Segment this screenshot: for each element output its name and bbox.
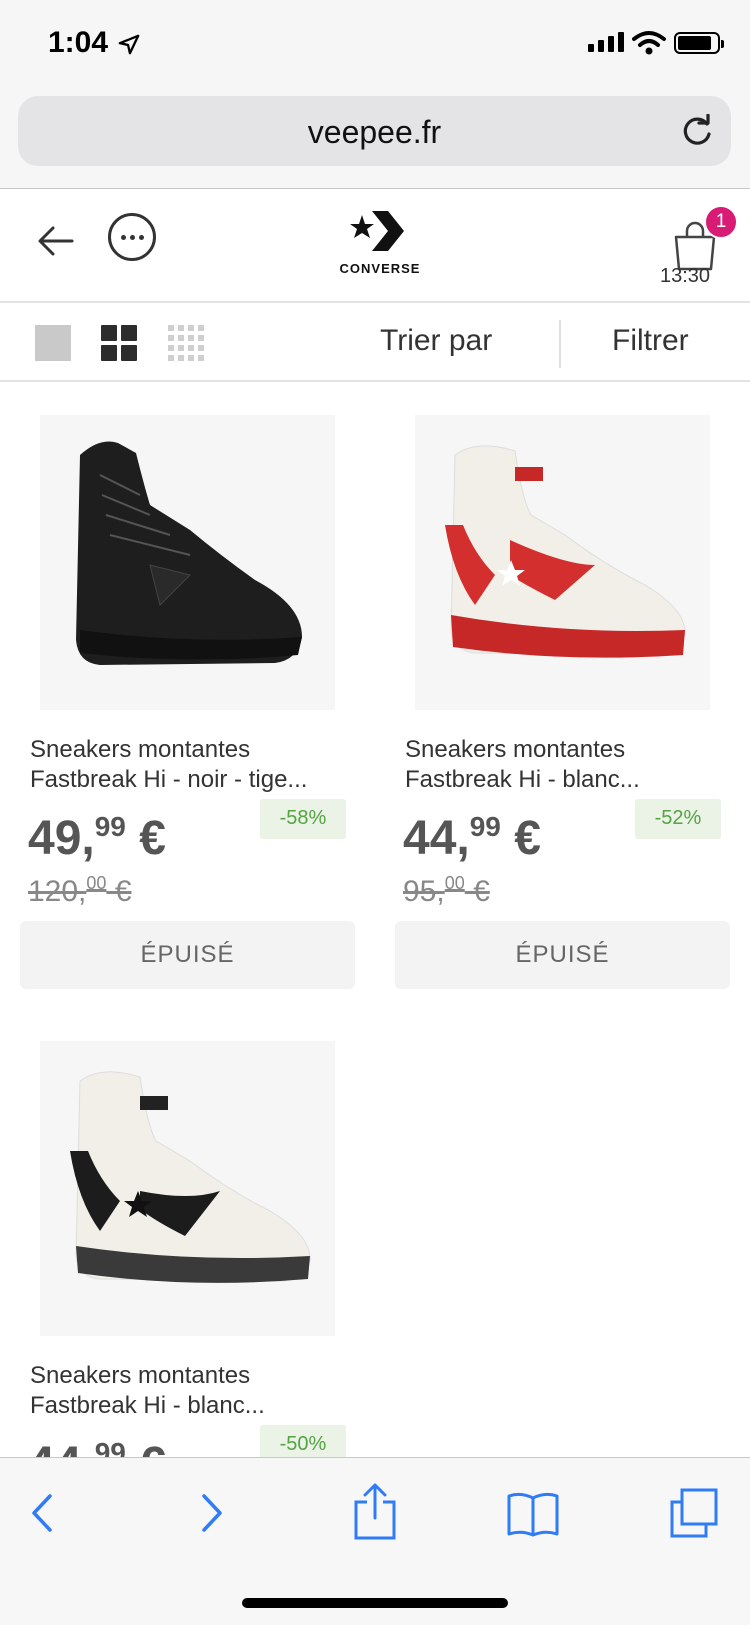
wifi-icon: [632, 31, 666, 55]
back-arrow-icon[interactable]: [36, 221, 76, 261]
filter-button[interactable]: Filtrer: [612, 324, 689, 358]
converse-star-chevron-icon: [350, 211, 404, 251]
old-price-decimal: 00: [86, 873, 107, 893]
price-currency: €: [125, 812, 166, 865]
product-image[interactable]: [40, 1041, 335, 1336]
sneaker-black-image: [76, 441, 302, 665]
share-icon[interactable]: [350, 1482, 400, 1540]
sort-button[interactable]: Trier par: [380, 324, 492, 358]
product-title[interactable]: Sneakers montantes Fastbreak Hi - blanc.…: [30, 1361, 350, 1421]
product-title-line1: Sneakers montantes: [30, 736, 251, 763]
product-title-line2: Fastbreak Hi - blanc...: [30, 1392, 265, 1419]
toolbar-divider: [559, 320, 561, 368]
browser-back-icon[interactable]: [18, 1488, 68, 1538]
more-options-button[interactable]: [108, 213, 156, 261]
battery-icon: [674, 32, 724, 54]
original-price: 120,00 €: [28, 873, 131, 909]
brand-name: CONVERSE: [339, 261, 421, 276]
home-indicator: [242, 1598, 508, 1608]
discount-badge: -58%: [260, 799, 346, 839]
sneaker-white-red-image: [445, 445, 686, 658]
signal-icon: [588, 32, 624, 52]
site-header: CONVERSE 1: [0, 189, 750, 303]
product-title[interactable]: Sneakers montantes Fastbreak Hi - noir -…: [30, 735, 350, 795]
location-arrow-icon: [118, 34, 140, 55]
view-single-column-button[interactable]: [35, 325, 71, 361]
price-integer: 49,: [28, 812, 95, 865]
cart-timer: 13:30: [660, 265, 711, 287]
view-two-column-button[interactable]: [101, 325, 137, 361]
old-price-integer: 120,: [28, 875, 87, 908]
sneaker-white-black-image: [70, 1071, 311, 1283]
brand-logo: CONVERSE: [330, 209, 430, 279]
old-price-currency: €: [106, 875, 132, 908]
product-title-line2: Fastbreak Hi - noir - tige...: [30, 766, 308, 793]
reload-icon[interactable]: [679, 114, 715, 150]
old-price-integer: 95,: [403, 875, 445, 908]
product-image[interactable]: [415, 415, 710, 710]
price-decimal: 99: [469, 811, 501, 842]
price-integer: 44,: [403, 812, 470, 865]
tabs-icon[interactable]: [668, 1488, 720, 1538]
product-title-line1: Sneakers montantes: [405, 736, 626, 763]
url-text[interactable]: veepee.fr: [18, 114, 731, 151]
product-price: 44,99 €: [403, 811, 541, 866]
product-image[interactable]: [40, 415, 335, 710]
product-title-line2: Fastbreak Hi - blanc...: [405, 766, 640, 793]
bookmarks-icon[interactable]: [505, 1488, 561, 1538]
address-bar[interactable]: veepee.fr: [18, 96, 731, 166]
old-price-decimal: 00: [444, 873, 465, 893]
discount-badge: -52%: [635, 799, 721, 839]
old-price-currency: €: [464, 875, 490, 908]
product-price: 49,99 €: [28, 811, 166, 866]
price-decimal: 99: [94, 811, 126, 842]
price-currency: €: [500, 812, 541, 865]
view-multi-column-button[interactable]: [168, 325, 204, 361]
product-title[interactable]: Sneakers montantes Fastbreak Hi - blanc.…: [405, 735, 725, 795]
cart-count-badge: 1: [704, 205, 738, 239]
status-time: 1:04: [48, 26, 109, 59]
status-bar: 1:04: [0, 0, 750, 90]
original-price: 95,00 €: [403, 873, 490, 909]
sold-out-button[interactable]: ÉPUISÉ: [20, 921, 355, 989]
browser-address-area: veepee.fr: [0, 90, 750, 189]
listing-toolbar: Trier par Filtrer: [0, 302, 750, 382]
sold-out-button[interactable]: ÉPUISÉ: [395, 921, 730, 989]
browser-forward-icon[interactable]: [186, 1488, 236, 1538]
product-title-line1: Sneakers montantes: [30, 1362, 251, 1389]
